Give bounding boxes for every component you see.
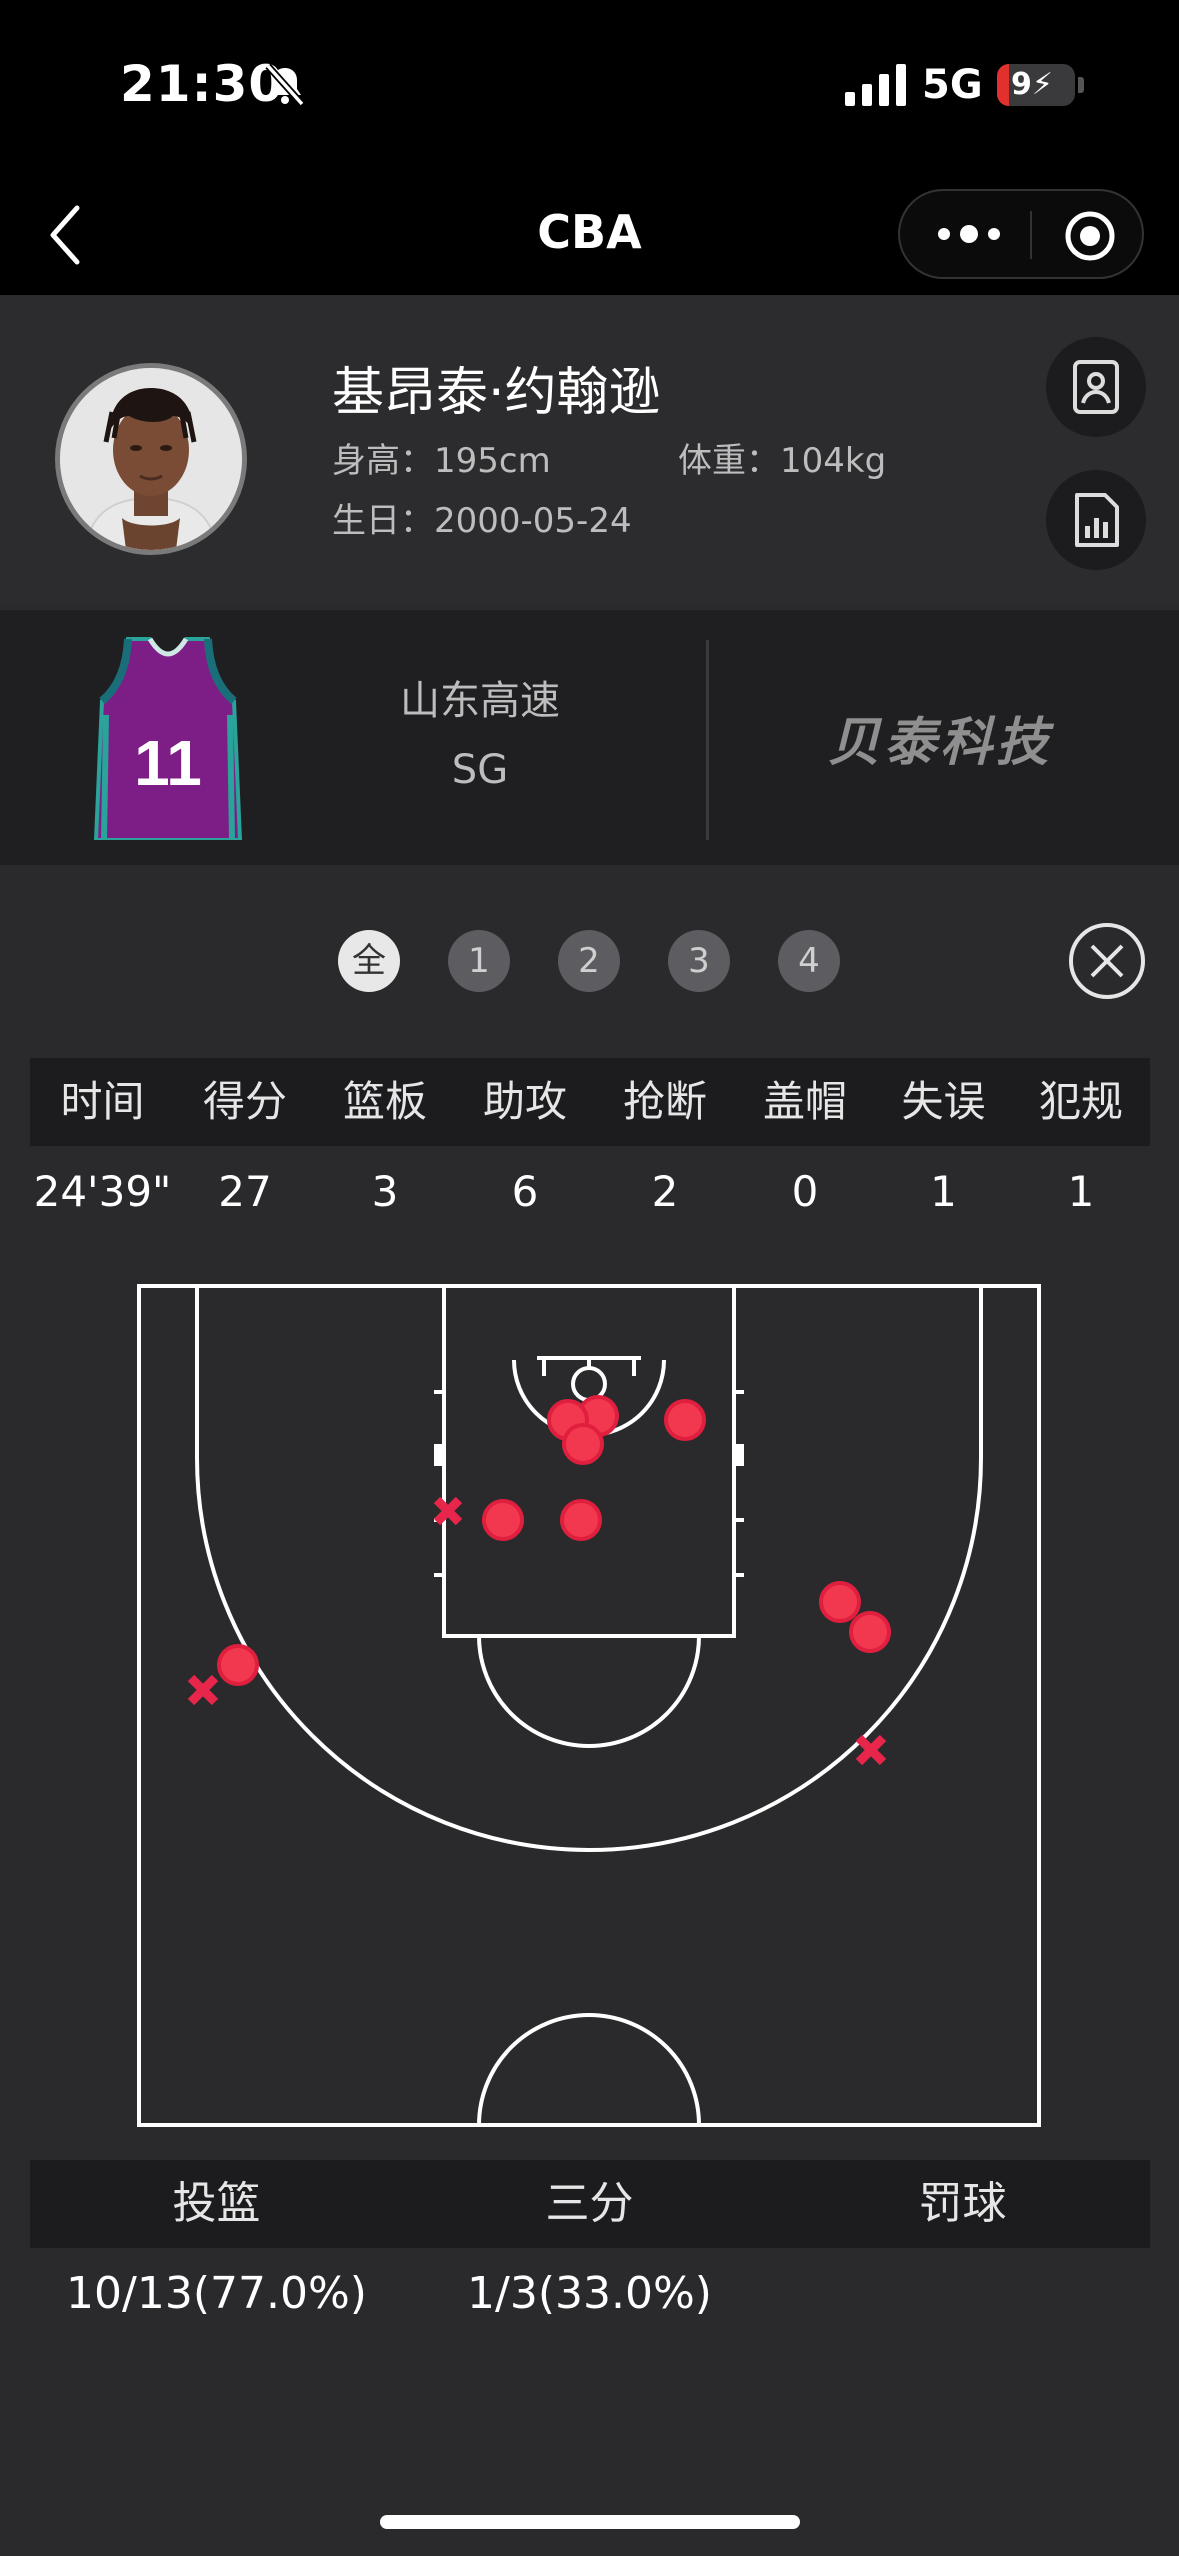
shooting-fg-value: 10/13(77.0%) <box>66 2268 367 2319</box>
network-type: 5G <box>922 62 983 108</box>
free-throw-circle <box>477 1635 701 1748</box>
shooting-value-row: 10/13(77.0%) 1/3(33.0%) <box>30 2250 1150 2338</box>
nav-bar: CBA <box>0 175 1179 295</box>
player-position: SG <box>451 747 509 793</box>
player-birthday: 生日：2000-05-24 <box>332 501 632 541</box>
stat-header-fouls: 犯规 <box>1038 1077 1123 1126</box>
stat-header-blocks: 盖帽 <box>762 1077 847 1126</box>
shot-made <box>217 1644 259 1686</box>
shooting-header-row: 投篮 三分 罚球 <box>30 2160 1150 2248</box>
shot-made <box>819 1581 861 1623</box>
stats-report-icon <box>1075 493 1119 547</box>
player-profile-button[interactable] <box>1046 337 1146 437</box>
close-miniprogram-icon[interactable] <box>1063 209 1117 263</box>
stat-time: 24'39" <box>33 1167 172 1216</box>
center-circle <box>477 2013 701 2126</box>
stat-assists: 6 <box>511 1167 539 1216</box>
stat-points: 27 <box>218 1167 272 1216</box>
period-tab-3[interactable]: 3 <box>668 930 730 992</box>
period-tab-all[interactable]: 全 <box>338 930 400 992</box>
shot-made <box>664 1399 706 1441</box>
shooting-header-ft: 罚球 <box>918 2178 1007 2229</box>
signal-icon <box>845 64 906 106</box>
shooting-ft-value <box>776 2250 1149 2338</box>
shot-missed <box>855 1734 887 1766</box>
stat-header-rebounds: 篮板 <box>342 1077 427 1126</box>
shooting-header-3pt: 三分 <box>545 2178 634 2229</box>
player-name: 基昂泰·约翰逊 <box>332 363 661 423</box>
shot-made <box>560 1499 602 1541</box>
status-bar: 21:30 5G 9⚡ <box>0 0 1179 175</box>
stat-turnovers: 1 <box>930 1167 957 1216</box>
team-info: 11 山东高速 SG 贝泰科技 <box>0 610 1179 865</box>
period-tab-1[interactable]: 1 <box>448 930 510 992</box>
stat-header-turnovers: 失误 <box>901 1077 986 1126</box>
battery-icon: 9⚡ <box>997 64 1075 106</box>
period-tab-2[interactable]: 2 <box>558 930 620 992</box>
shooting-3pt-value: 1/3(33.0%) <box>467 2268 712 2319</box>
jersey-number: 11 <box>134 727 202 799</box>
stat-header-points: 得分 <box>202 1077 287 1126</box>
player-height: 身高：195cm <box>332 441 551 481</box>
jersey-icon: 11 <box>93 637 243 840</box>
battery-level: 9⚡ <box>1011 67 1053 102</box>
shot-missed <box>433 1496 463 1526</box>
home-indicator[interactable] <box>380 2515 800 2529</box>
shot-made-group <box>217 1395 891 1686</box>
shooting-header-fg: 投篮 <box>172 2178 261 2229</box>
mini-program-capsule <box>898 189 1144 279</box>
stat-rebounds: 3 <box>371 1167 399 1216</box>
stat-header-steals: 抢断 <box>622 1077 707 1126</box>
shot-missed-group <box>187 1496 887 1766</box>
stat-blocks: 0 <box>791 1167 819 1216</box>
sponsor-logo: 贝泰科技 <box>827 713 1052 773</box>
battery-cap <box>1078 77 1084 93</box>
shot-missed <box>187 1674 219 1706</box>
period-tab-4[interactable]: 4 <box>778 930 840 992</box>
shot-made <box>482 1499 524 1541</box>
close-icon[interactable] <box>1068 922 1146 1000</box>
profile-card-icon <box>1073 360 1119 414</box>
status-time: 21:30 <box>120 55 285 113</box>
stat-steals: 2 <box>651 1167 679 1216</box>
player-avatar <box>55 363 247 555</box>
stat-header-time: 时间 <box>60 1077 145 1126</box>
stat-header-assists: 助攻 <box>482 1077 567 1126</box>
player-weight: 体重：104kg <box>678 441 887 481</box>
shot-chart-court <box>137 1284 1041 2127</box>
shot-made <box>562 1423 604 1465</box>
shot-made <box>849 1611 891 1653</box>
stats-header-row: 时间 得分 篮板 助攻 抢断 盖帽 失误 犯规 <box>30 1058 1150 1146</box>
team-name: 山东高速 <box>400 678 560 724</box>
stat-fouls: 1 <box>1067 1167 1095 1216</box>
player-header: 基昂泰·约翰逊 身高：195cm 体重：104kg 生日：2000-05-24 <box>0 295 1179 605</box>
more-icon[interactable] <box>934 219 1004 249</box>
stats-value-row: 24'39" 27 3 6 2 0 1 1 <box>30 1148 1150 1236</box>
silent-bell-icon <box>265 63 305 107</box>
team-divider <box>706 640 709 840</box>
player-stats-button[interactable] <box>1046 470 1146 570</box>
